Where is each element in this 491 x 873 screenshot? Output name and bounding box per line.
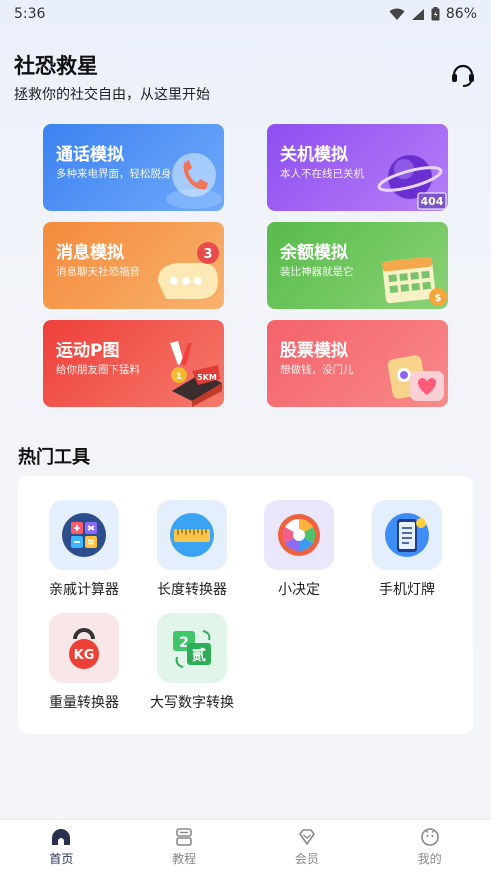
- heart-card-icon: [387, 355, 444, 401]
- svg-text:404: 404: [421, 195, 444, 208]
- status-bar: 5:36 86%: [0, 0, 491, 28]
- card-title: 股票模拟: [280, 341, 348, 361]
- card-subtitle: 消息聊天社恐福音: [56, 266, 140, 278]
- svg-text:3: 3: [203, 247, 212, 262]
- tool-tile: [157, 500, 227, 570]
- header: 社恐救星 拯救你的社交自由，从这里开始: [14, 50, 477, 103]
- tool-tile: 2 贰: [157, 613, 227, 683]
- card-title: 通话模拟: [56, 145, 124, 165]
- nav-item-profile[interactable]: 我的: [368, 820, 491, 873]
- tutorial-icon: [176, 827, 192, 846]
- tool-small-decision[interactable]: 小决定: [245, 500, 353, 599]
- card-subtitle: 本人不在线已关机: [280, 168, 364, 180]
- nav-label: 我的: [417, 851, 442, 866]
- sport-photo-card[interactable]: 运动P图 给你朋友圈下猛料 1 5KM: [43, 320, 224, 407]
- tool-tile: [49, 500, 119, 570]
- customer-service-icon[interactable]: [449, 60, 477, 88]
- nav-item-vip[interactable]: 会员: [246, 820, 369, 873]
- card-title: 关机模拟: [280, 145, 348, 165]
- tool-label: 小决定: [278, 582, 320, 598]
- tool-phone-lightboard[interactable]: 手机灯牌: [353, 500, 461, 599]
- nav-item-tutorial[interactable]: 教程: [123, 820, 246, 873]
- balance-simulation-card[interactable]: 余额模拟 装比神器就是它 $: [267, 222, 448, 309]
- svg-text:贰: 贰: [192, 647, 206, 664]
- calendar-icon: $: [382, 256, 447, 306]
- svg-text:1: 1: [176, 372, 182, 382]
- card-title: 消息模拟: [56, 243, 124, 263]
- spinner-wheel-icon: [278, 514, 320, 556]
- phone-icon: [166, 153, 222, 209]
- card-subtitle: 给你朋友圈下猛料: [56, 364, 140, 376]
- tool-label: 亲戚计算器: [49, 582, 119, 598]
- medal-icon: 1 5KM: [170, 341, 222, 407]
- tool-label: 重量转换器: [49, 695, 119, 711]
- tool-relative-calculator[interactable]: 亲戚计算器: [30, 500, 138, 599]
- tool-tile: [264, 500, 334, 570]
- battery-level: 86%: [445, 6, 477, 22]
- call-simulation-card[interactable]: 通话模拟 多种来电界面，轻松脱身: [43, 124, 224, 211]
- tool-weight-converter[interactable]: KG 重量转换器: [30, 613, 138, 712]
- home-icon: [52, 828, 71, 845]
- battery-icon: [431, 7, 440, 21]
- svg-text:$: $: [435, 293, 442, 304]
- svg-text:KG: KG: [74, 648, 95, 663]
- card-subtitle: 装比神器就是它: [280, 266, 354, 278]
- number-convert-icon: 2 贰: [173, 630, 211, 668]
- tool-label: 长度转换器: [157, 582, 227, 598]
- card-subtitle: 想做钱，没门儿: [280, 364, 354, 376]
- app-subtitle: 拯救你的社交自由，从这里开始: [14, 87, 210, 103]
- tool-label: 手机灯牌: [379, 582, 435, 598]
- profile-icon: [420, 827, 439, 846]
- message-bubble-icon: 3: [158, 242, 219, 299]
- nav-item-home[interactable]: 首页: [0, 820, 123, 873]
- nav-label: 会员: [294, 851, 319, 866]
- shutdown-simulation-card[interactable]: 关机模拟 本人不在线已关机 404: [267, 124, 448, 211]
- nav-label: 首页: [49, 851, 74, 866]
- signal-icon: [411, 8, 424, 20]
- ruler-icon: [170, 513, 214, 557]
- bottom-nav: 首页 教程 会员 我的: [0, 819, 491, 873]
- tool-tile: [372, 500, 442, 570]
- tool-tile: KG: [49, 613, 119, 683]
- card-title: 运动P图: [56, 341, 120, 361]
- tool-label: 大写数字转换: [150, 695, 234, 711]
- status-icons: 86%: [389, 6, 477, 22]
- svg-text:5KM: 5KM: [197, 373, 217, 382]
- vip-icon: [299, 828, 315, 845]
- message-simulation-card[interactable]: 消息模拟 消息聊天社恐福音 3: [43, 222, 224, 309]
- status-time: 5:36: [14, 6, 46, 22]
- tools-panel: 亲戚计算器 长度转换器 小决定 手机灯牌 KG 重量转换器 2 贰 大写数字转换: [18, 476, 473, 734]
- section-title-hot-tools: 热门工具: [18, 447, 90, 468]
- calculator-icon: [62, 513, 106, 557]
- card-title: 余额模拟: [280, 243, 348, 263]
- stock-simulation-card[interactable]: 股票模拟 想做钱，没门儿: [267, 320, 448, 407]
- kettlebell-icon: KG: [69, 628, 99, 669]
- nav-label: 教程: [172, 851, 197, 866]
- tool-length-converter[interactable]: 长度转换器: [138, 500, 246, 599]
- phone-lightboard-icon: [385, 513, 429, 557]
- app-title: 社恐救星: [14, 54, 98, 78]
- tool-uppercase-number[interactable]: 2 贰 大写数字转换: [138, 613, 246, 712]
- planet-icon: 404: [377, 155, 447, 210]
- wifi-icon: [389, 8, 405, 20]
